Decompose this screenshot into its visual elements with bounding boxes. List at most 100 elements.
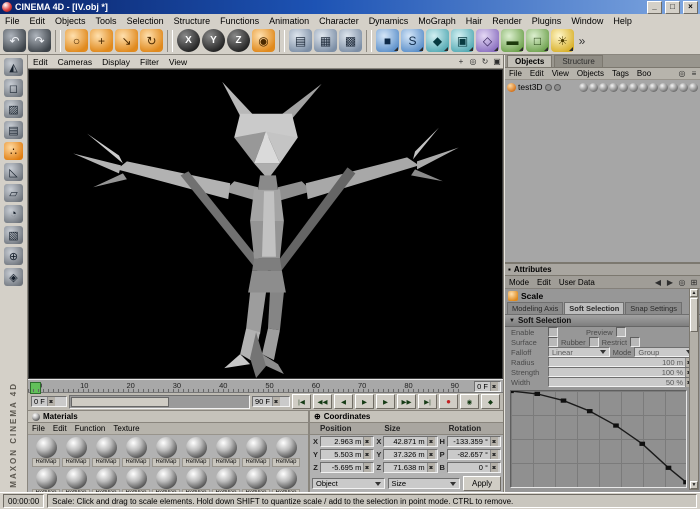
material-item[interactable]: RefMap [181,436,211,467]
redo-icon[interactable]: ↷ [28,29,51,52]
visibility-dot-bottom[interactable] [554,84,561,91]
object-menu-item[interactable]: Objects [573,69,608,78]
polygons-mode-icon[interactable]: ▱ [4,184,23,202]
texture-tag-icon[interactable] [669,83,678,92]
x-axis-lock-icon[interactable]: X [177,29,200,52]
material-item[interactable]: RefMap [151,436,181,467]
zoom-view-icon[interactable]: ◎ [467,56,479,67]
history-back-icon[interactable]: ◀ [652,277,664,288]
field-spinner[interactable] [490,450,498,459]
texture-tag-icon[interactable] [589,83,598,92]
size-field[interactable]: 71.638 m [383,462,437,473]
menu-item[interactable]: Animation [264,16,314,26]
next-key-button[interactable]: ▶▶ [397,394,416,409]
range-start-spinner[interactable] [47,397,55,406]
size-mode-dropdown[interactable]: Size [388,478,461,489]
falloff-curve-editor[interactable] [510,390,687,488]
materials-menu-item[interactable]: Edit [49,424,71,433]
filter-icon[interactable]: ≡ [688,68,700,79]
lock-icon[interactable]: ⊞ [688,277,700,288]
render-view-icon[interactable]: ▤ [289,29,312,52]
range-end-field[interactable]: 90 F [252,396,290,407]
texture-tag-icon[interactable] [689,83,698,92]
perspective-viewport[interactable] [28,69,503,379]
restrict-checkbox[interactable] [630,337,640,347]
attributes-menu-item[interactable]: Edit [533,278,555,287]
visibility-dot-top[interactable] [545,84,552,91]
field-spinner[interactable] [363,463,371,472]
object-menu-item[interactable]: Boo [633,69,655,78]
apply-button[interactable]: Apply [463,476,501,491]
coordinate-mode-dropdown[interactable]: Object [312,478,385,489]
soft-selection-section-header[interactable]: ▼ Soft Selection [505,315,700,327]
object-name[interactable]: test3D [518,82,543,92]
texture-tag-icon[interactable] [639,83,648,92]
minimize-button[interactable]: _ [647,1,662,14]
keyframe-selection-button[interactable]: ◆ [481,394,500,409]
pan-view-icon[interactable]: + [455,56,467,67]
prev-frame-button[interactable]: ◀ [334,394,353,409]
next-frame-button[interactable]: ▶ [376,394,395,409]
texture-tag-icon[interactable] [629,83,638,92]
texture-tag-icon[interactable] [659,83,668,92]
field-spinner[interactable] [427,450,435,459]
range-end-spinner[interactable] [272,397,280,406]
rotation-field[interactable]: -133.359 ° [447,436,501,447]
field-spinner[interactable] [427,437,435,446]
menu-item[interactable]: Character [314,16,364,26]
goto-end-button[interactable]: ▶| [418,394,437,409]
menu-item[interactable]: File [0,16,25,26]
material-item[interactable]: RefMap [91,436,121,467]
rotate-tool-icon[interactable]: ↻ [140,29,163,52]
materials-menu-item[interactable]: File [28,424,49,433]
material-item[interactable]: RefMap [31,436,61,467]
make-editable-icon[interactable]: ◭ [4,58,23,76]
menu-item[interactable]: Structure [169,16,216,26]
menu-item[interactable]: Help [608,16,637,26]
field-spinner[interactable] [427,463,435,472]
scroll-up-icon[interactable]: ▲ [690,289,698,297]
coordinate-system-icon[interactable]: ◉ [252,29,275,52]
prev-key-button[interactable]: ◀◀ [313,394,332,409]
attributes-menu-item[interactable]: Mode [505,278,533,287]
falloff-dropdown[interactable]: Linear [548,347,610,357]
live-selection-icon[interactable]: ○ [65,29,88,52]
workplane-mode-icon[interactable]: ▤ [4,121,23,139]
mode-dropdown[interactable]: Group [634,347,696,357]
menu-item[interactable]: Render [487,16,527,26]
move-tool-icon[interactable]: + [90,29,113,52]
position-field[interactable]: -5.695 m [320,462,374,473]
menu-item[interactable]: Functions [215,16,264,26]
search-icon[interactable]: ◎ [676,277,688,288]
field-spinner[interactable] [363,437,371,446]
object-axis-mode-icon[interactable]: ⊕ [4,247,23,265]
snap-settings-icon[interactable]: ◈ [4,268,23,286]
search-icon[interactable]: ◎ [676,68,688,79]
maximize-button[interactable]: □ [665,1,680,14]
texture-tag-icon[interactable] [599,83,608,92]
coordinates-panel-tab[interactable]: ⊕Coordinates [310,411,503,423]
material-item[interactable]: RefMap [271,436,301,467]
texture-tag-icon[interactable] [619,83,628,92]
viewport-menu-item[interactable]: Cameras [53,57,97,67]
width-field[interactable]: 50 % [548,377,696,387]
scale-tool-icon[interactable]: ↘ [115,29,138,52]
scrollbar-thumb[interactable] [690,298,698,332]
field-spinner[interactable] [490,463,498,472]
current-frame-field[interactable]: 0 F [474,381,501,392]
close-button[interactable]: × [683,1,698,14]
field-spinner[interactable] [490,437,498,446]
size-field[interactable]: 37.326 m [383,449,437,460]
viewport-menu-item[interactable]: Edit [28,57,53,67]
viewport-menu-item[interactable]: View [164,57,192,67]
texture-axis-mode-icon[interactable]: ▧ [4,226,23,244]
add-camera-icon[interactable]: □ [526,29,549,52]
autokey-button[interactable]: ◉ [460,394,479,409]
model-mode-icon[interactable]: ◻ [4,79,23,97]
add-nurbs-icon[interactable]: ◆ [426,29,449,52]
object-menu-item[interactable]: Tags [608,69,633,78]
object-menu-item[interactable]: View [548,69,573,78]
viewport-menu-item[interactable]: Display [97,57,135,67]
toggle-views-icon[interactable]: ▣ [491,56,503,67]
preview-checkbox[interactable] [616,327,626,337]
